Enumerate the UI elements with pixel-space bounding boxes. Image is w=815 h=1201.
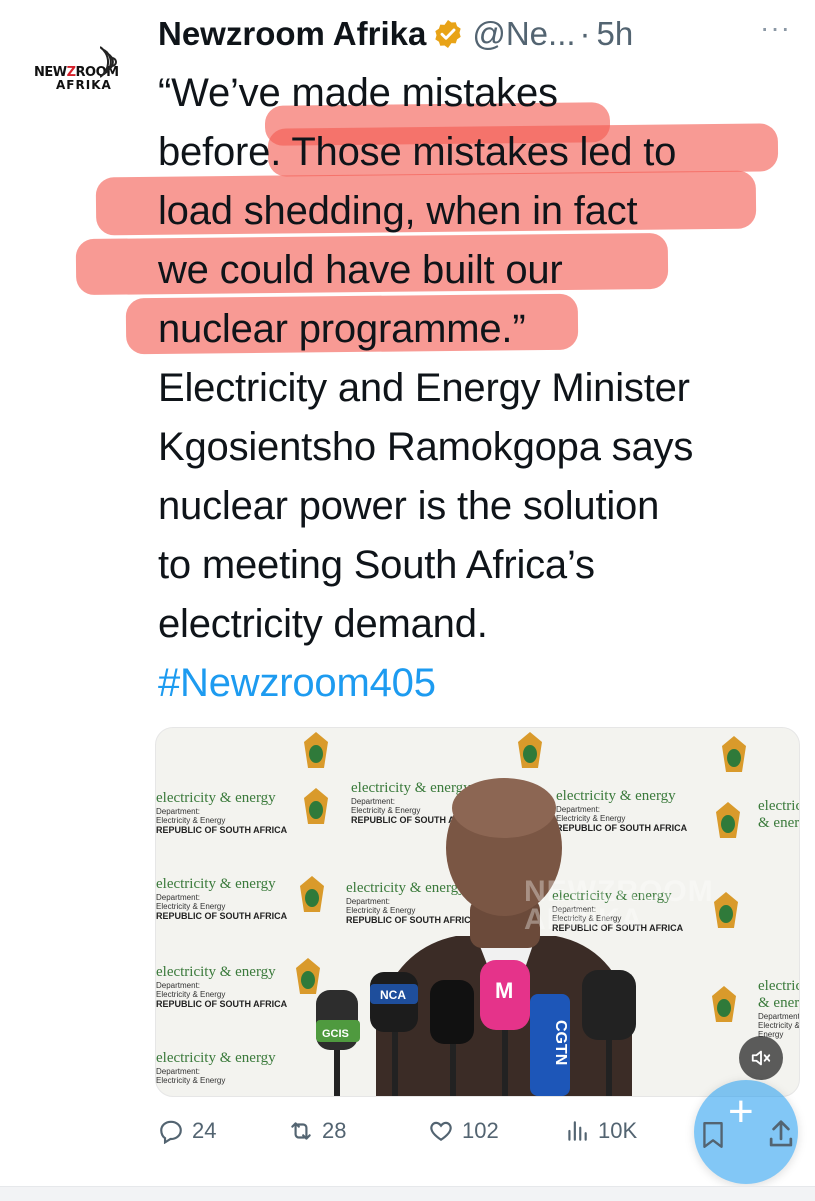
mic-label: GCIS [322,1028,349,1040]
mic-label: NCA [380,988,406,1002]
coat-of-arms-icon [722,736,746,772]
tweet-line: electricity demand. [158,602,488,646]
share-icon[interactable] [766,1118,796,1150]
tweet-line: nuclear programme.” [158,307,526,351]
repost-icon [291,1122,311,1140]
tweet-line: before. Those mistakes led to [158,130,677,174]
backdrop-logo: electricity & energy Department: Electri… [156,1050,276,1085]
speaker-muted-icon [751,1050,771,1066]
coat-of-arms-icon [304,732,328,768]
like-count: 102 [462,1118,499,1143]
tweet-line: nuclear power is the solution [158,484,660,528]
broadcast-waves-icon [100,46,117,78]
heart-icon [430,1121,452,1141]
tweet-line: we could have built our [158,248,563,292]
backdrop-logo: electricity & energy Department: Electri… [758,978,800,1039]
video-player[interactable]: electricity & energy Department: Electri… [155,727,800,1097]
coat-of-arms-icon [712,986,736,1022]
mute-toggle-button[interactable] [739,1036,783,1080]
reply-button[interactable]: 24 [158,1118,216,1144]
section-divider [0,1186,815,1201]
hashtag-link[interactable]: #Newzroom405 [158,654,808,713]
like-button[interactable]: 102 [428,1118,499,1144]
plus-icon: + [728,1087,754,1136]
separator-dot: · [579,15,591,52]
mic-label: M [495,978,513,1003]
backdrop-logo: electricity & energy [758,798,799,831]
views-button[interactable]: 10K [564,1118,637,1144]
tweet-text: “We’ve made mistakes before. Those mista… [158,64,808,713]
backdrop-logo: electricity & energy Department: Electri… [156,790,288,835]
mic-label: CGTN [552,1020,569,1065]
bookmark-icon[interactable] [700,1120,726,1150]
backdrop-logo: electricity & energy Department: Electri… [156,964,288,1009]
microphones-cluster: GCIS NCA M CGTN [316,960,636,1096]
avatar[interactable]: NEWZROOM AFRIKA [28,44,128,100]
analytics-icon [568,1121,587,1141]
author-handle[interactable]: @Ne... [472,15,575,53]
backdrop-logo: electricity & energy Department: Electri… [156,876,288,921]
verified-badge-icon [435,20,462,48]
tweet-line: load shedding, when in fact [158,189,638,233]
tweet-line: “We’ve made mistakes [158,71,558,115]
tweet-line: Kgosientsho Ramokgopa says [158,425,694,469]
newzroom-watermark: NEWZROOM AFRIKA [524,875,714,936]
coat-of-arms-icon [300,876,324,912]
tweet-line: Electricity and Energy Minister [158,366,690,410]
author-name[interactable]: Newzroom Afrika [158,15,426,53]
timestamp[interactable]: 5h [597,15,634,53]
tweet-header: Newzroom Afrika @Ne... · 5h [158,12,633,56]
repost-count: 28 [322,1118,347,1143]
tweet-line: to meeting South Africa’s [158,543,595,587]
more-options-icon[interactable]: ··· [760,14,800,42]
coat-of-arms-icon [304,788,328,824]
repost-button[interactable]: 28 [288,1118,346,1144]
view-count: 10K [598,1118,638,1143]
reply-count: 24 [192,1118,217,1143]
reply-icon [160,1120,182,1144]
coat-of-arms-icon [716,802,740,838]
